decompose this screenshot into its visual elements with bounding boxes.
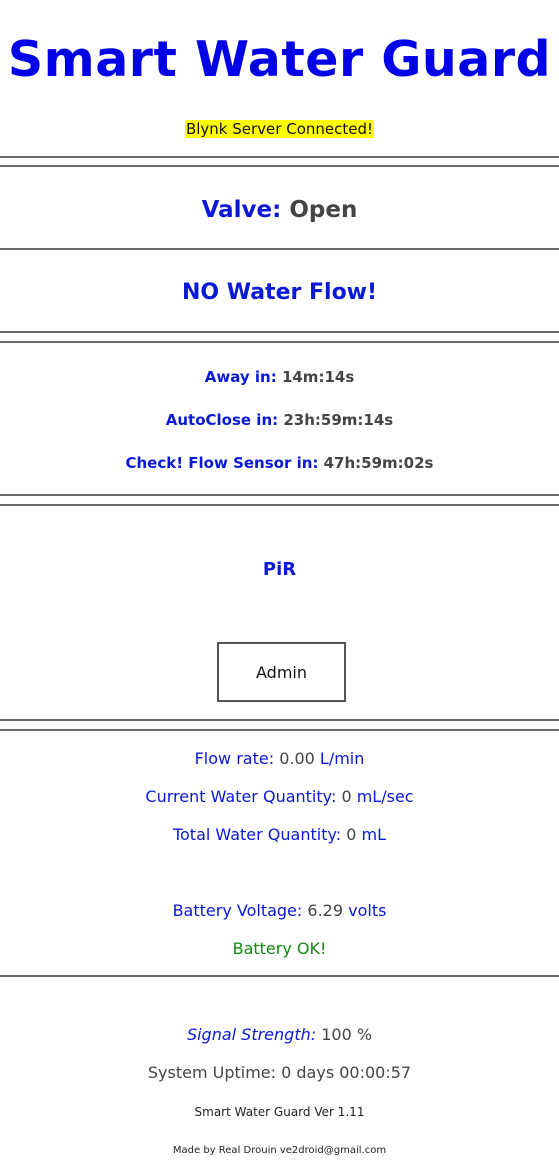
valve-status: Valve: Open (0, 195, 559, 225)
connection-status-text: Blynk Server Connected! (184, 120, 375, 138)
connection-status: Blynk Server Connected! (0, 119, 559, 139)
autoclose-timer-label: AutoClose in: (165, 411, 279, 429)
away-timer-label: Away in: (204, 368, 277, 386)
divider (0, 504, 559, 506)
pir-label: PiR (262, 559, 297, 580)
away-timer-value: 14m:14s (281, 368, 355, 386)
divider (0, 156, 559, 158)
divider (0, 729, 559, 731)
divider (0, 341, 559, 343)
divider (0, 248, 559, 250)
divider (0, 975, 559, 977)
system-uptime: System Uptime: 0 days 00:00:57 (0, 1063, 559, 1083)
autoclose-timer: AutoClose in: 23h:59m:14s (0, 410, 559, 430)
total-quantity-unit: mL (361, 825, 387, 844)
battery-voltage: Battery Voltage: 6.29 volts (0, 901, 559, 921)
page-title: Smart Water Guard (7, 31, 552, 88)
flow-sensor-timer: Check! Flow Sensor in: 47h:59m:02s (0, 453, 559, 473)
current-quantity-unit: mL/sec (356, 787, 414, 806)
flow-status: NO Water Flow! (181, 280, 378, 305)
battery-status: Battery OK! (232, 939, 327, 958)
divider (0, 494, 559, 496)
autoclose-timer-value: 23h:59m:14s (283, 411, 394, 429)
flow-rate-value: 0.00 (279, 749, 315, 768)
current-quantity-value: 0 (341, 787, 352, 806)
battery-voltage-label: Battery Voltage: (172, 901, 303, 920)
flow-rate-label: Flow rate: (194, 749, 275, 768)
signal-strength-value: 100 % (321, 1025, 373, 1044)
total-quantity-label: Total Water Quantity: (172, 825, 342, 844)
total-quantity-value: 0 (346, 825, 357, 844)
battery-voltage-value: 6.29 (307, 901, 344, 920)
valve-state: Open (289, 197, 358, 223)
flow-rate-unit: L/min (319, 749, 365, 768)
battery-voltage-unit: volts (348, 901, 387, 920)
system-uptime-value: 0 days 00:00:57 (281, 1063, 412, 1082)
admin-button[interactable]: Admin (217, 642, 346, 702)
current-quantity-label: Current Water Quantity: (145, 787, 337, 806)
system-uptime-label: System Uptime: (147, 1063, 277, 1082)
signal-strength-label: Signal Strength: (186, 1025, 317, 1044)
divider (0, 165, 559, 167)
credits-text: Made by Real Drouin ve2droid@gmail.com (172, 1145, 387, 1156)
current-water-quantity: Current Water Quantity: 0 mL/sec (0, 787, 559, 807)
signal-strength: Signal Strength: 100 % (0, 1025, 559, 1045)
total-water-quantity: Total Water Quantity: 0 mL (0, 825, 559, 845)
divider (0, 331, 559, 333)
version-text: Smart Water Guard Ver 1.11 (194, 1105, 365, 1119)
flow-sensor-timer-value: 47h:59m:02s (323, 454, 434, 472)
away-timer: Away in: 14m:14s (0, 367, 559, 387)
valve-label: Valve: (201, 197, 282, 223)
flow-rate: Flow rate: 0.00 L/min (0, 749, 559, 769)
flow-sensor-timer-label: Check! Flow Sensor in: (125, 454, 319, 472)
divider (0, 719, 559, 721)
